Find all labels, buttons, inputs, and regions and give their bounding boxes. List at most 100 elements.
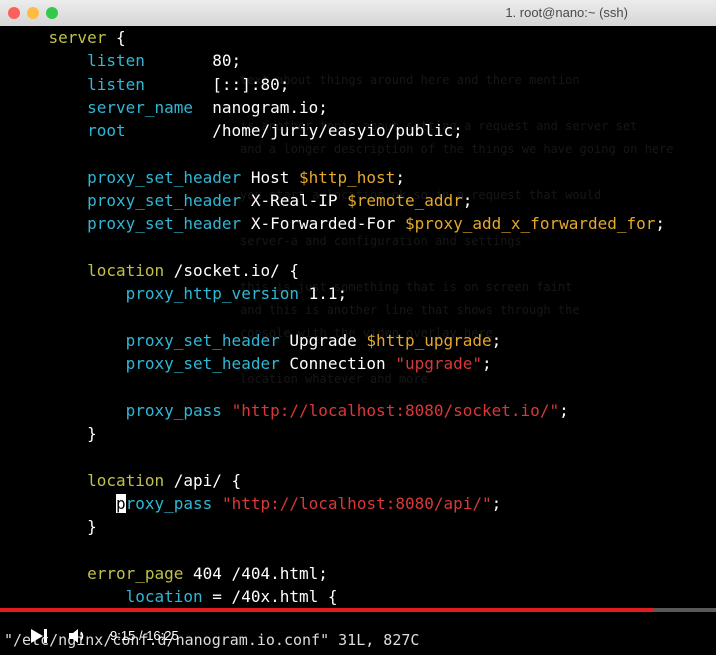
video-controls: 9:15 / 16:25	[0, 612, 716, 655]
code-token: server_name	[87, 97, 194, 117]
code-token: "upgrade"	[395, 354, 483, 374]
code-token: ;	[655, 214, 666, 234]
current-time: 9:15	[110, 628, 136, 643]
code-line: location /api/ {	[10, 469, 665, 492]
code-token: proxy_set_header	[87, 214, 242, 234]
code-line: root /home/juriy/easyio/public;	[10, 119, 665, 142]
code-token: proxy_http_version	[125, 284, 299, 304]
code-view[interactable]: server { listen 80; listen [::]:80; serv…	[10, 26, 666, 608]
code-token: proxy_set_header	[125, 330, 280, 350]
window-titlebar: 1. root@nano:~ (ssh)	[0, 0, 716, 27]
code-token: listen	[87, 74, 145, 94]
code-token: proxy_set_header	[87, 191, 242, 211]
code-line: proxy_set_header Host $http_host;	[10, 166, 665, 189]
code-line: proxy_http_version 1.1;	[10, 282, 665, 305]
code-token: ;	[462, 191, 473, 211]
code-token: server	[48, 28, 107, 47]
code-token: 1.1;	[298, 284, 348, 304]
code-token: X-Forwarded-For	[241, 214, 405, 234]
code-token: location	[87, 470, 165, 490]
code-token: "http://localhost:8080/socket.io/"	[231, 400, 560, 420]
text-cursor: p	[115, 493, 126, 513]
code-token: X-Real-IP	[241, 191, 348, 211]
code-line: }	[10, 422, 665, 445]
code-token: /api/ {	[164, 470, 242, 490]
close-window-button[interactable]	[8, 7, 20, 19]
code-token: /socket.io/ {	[164, 260, 299, 280]
code-line: proxy_set_header Connection "upgrade";	[10, 352, 665, 375]
code-token: location	[87, 260, 165, 280]
code-line: proxy_set_header X-Forwarded-For $proxy_…	[10, 212, 665, 235]
window-title: 1. root@nano:~ (ssh)	[505, 5, 628, 20]
code-token: proxy_set_header	[125, 354, 280, 374]
code-token: 404 /404.html;	[183, 563, 328, 583]
code-token: listen	[87, 51, 145, 71]
code-line: proxy_pass "http://localhost:8080/socket…	[10, 399, 665, 422]
code-line: listen 80;	[10, 49, 665, 72]
code-token: }	[10, 517, 97, 537]
code-line: location = /40x.html {	[10, 585, 665, 608]
code-line: proxy_set_header X-Real-IP $remote_addr;	[10, 189, 665, 212]
code-line: server {	[10, 26, 665, 49]
time-separator: /	[138, 628, 143, 643]
code-line: proxy_pass "http://localhost:8080/api/";	[10, 492, 665, 515]
code-token: = /40x.html {	[202, 587, 338, 607]
code-token: ;	[559, 400, 569, 420]
code-token: roxy_pass	[125, 493, 213, 513]
terminal-editor[interactable]: text about things around here and there …	[0, 26, 716, 655]
code-line: listen [::]:80;	[10, 73, 665, 96]
code-token: $http_upgrade	[366, 330, 492, 350]
play-next-icon[interactable]	[30, 628, 48, 648]
code-line: error_page 404 /404.html;	[10, 562, 665, 585]
code-token: $http_host	[298, 167, 396, 187]
video-time: 9:15 / 16:25	[110, 628, 179, 643]
code-token: error_page	[87, 563, 184, 583]
code-token: ;	[482, 354, 492, 374]
code-token: /home/juriy/easyio/public;	[125, 121, 463, 141]
zoom-window-button[interactable]	[46, 7, 58, 19]
code-token: "http://localhost:8080/api/"	[221, 493, 492, 513]
code-line: location /socket.io/ {	[10, 259, 665, 282]
code-line: }	[10, 515, 665, 538]
code-token: Host	[241, 167, 299, 187]
code-token: proxy_set_header	[87, 167, 242, 187]
duration: 16:25	[146, 628, 179, 643]
minimize-window-button[interactable]	[27, 7, 39, 19]
code-token: root	[87, 121, 126, 141]
code-token: }	[10, 424, 97, 444]
volume-icon[interactable]	[68, 628, 88, 648]
code-line: proxy_set_header Upgrade $http_upgrade;	[10, 329, 665, 352]
code-token: ;	[395, 167, 405, 187]
code-token: location	[125, 587, 203, 607]
code-token: Connection	[279, 354, 396, 374]
code-token: ;	[491, 330, 502, 350]
code-line: server_name nanogram.io;	[10, 96, 665, 119]
code-token: 80;	[144, 51, 242, 71]
code-token: $remote_addr	[347, 191, 463, 211]
code-token: nanogram.io;	[193, 97, 328, 117]
code-token: {	[106, 28, 126, 47]
